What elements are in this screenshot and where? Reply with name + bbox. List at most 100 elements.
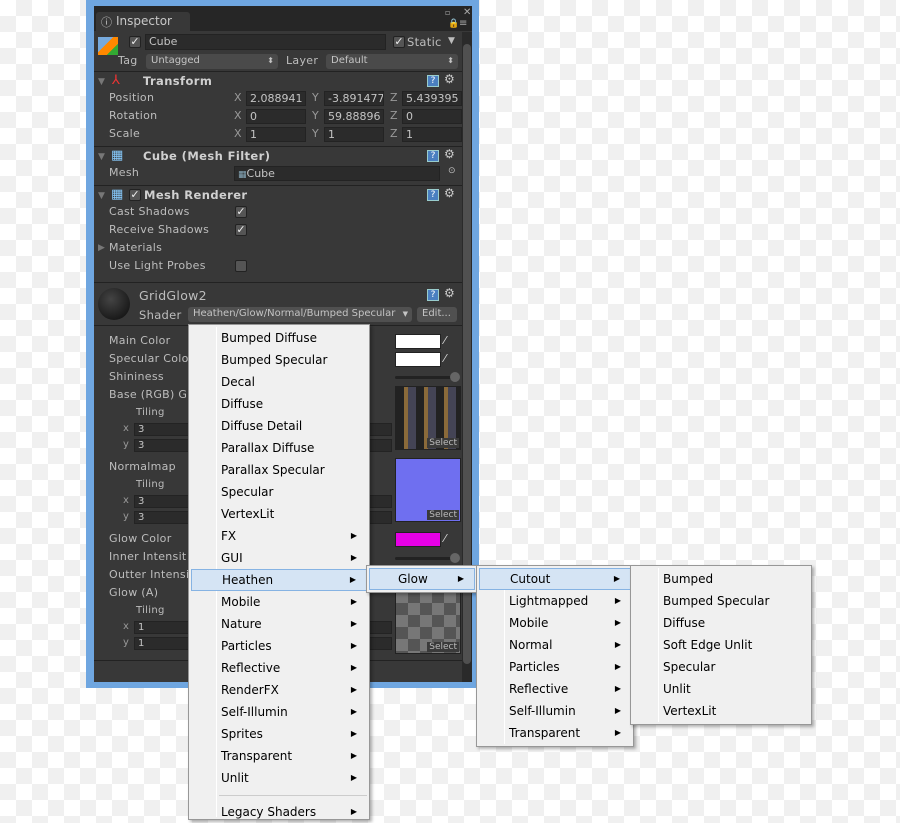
maximize-icon[interactable]: ▫ <box>445 8 450 17</box>
menu-item[interactable]: Specular <box>191 481 367 503</box>
menu-item[interactable]: Unlit <box>633 678 809 700</box>
position-y-field[interactable]: -3.891477 <box>324 91 384 106</box>
menu-item[interactable]: VertexLit <box>191 503 367 525</box>
menu-item[interactable]: Mobile ▶ <box>191 591 367 613</box>
menu-item[interactable]: Parallax Specular <box>191 459 367 481</box>
cast-shadows-checkbox[interactable]: ✓ <box>235 206 247 218</box>
menu-item[interactable]: Glow ▶ <box>369 568 475 590</box>
menu-item[interactable]: Mobile ▶ <box>479 612 631 634</box>
help-icon[interactable]: ? <box>427 189 439 201</box>
slider-track[interactable] <box>395 557 455 560</box>
menu-item[interactable]: Self-Illumin ▶ <box>191 701 367 723</box>
tag-dropdown[interactable]: Untagged ⬍ <box>146 54 278 69</box>
texture-slot[interactable]: Select <box>395 458 461 522</box>
scale-x-field[interactable]: 1 <box>246 127 306 142</box>
menu-item[interactable]: Bumped Specular <box>191 349 367 371</box>
menu-item[interactable]: Soft Edge Unlit <box>633 634 809 656</box>
lock-icon[interactable]: 🔒 <box>448 19 459 29</box>
menu-item[interactable]: Unlit ▶ <box>191 767 367 789</box>
receive-shadows-checkbox[interactable]: ✓ <box>235 224 247 236</box>
transform-row-label: Position <box>109 91 155 104</box>
menu-item[interactable]: Transparent ▶ <box>479 722 631 744</box>
layer-dropdown[interactable]: Default ⬍ <box>326 54 458 69</box>
shader-dropdown[interactable]: Heathen/Glow/Normal/Bumped Specular ▼ <box>188 307 412 322</box>
submenu-arrow-icon: ▶ <box>614 640 621 649</box>
foldout-icon[interactable]: ▼ <box>98 191 105 201</box>
menu-item[interactable]: Bumped Diffuse <box>191 327 367 349</box>
help-icon[interactable]: ? <box>427 289 439 301</box>
menu-item[interactable]: Heathen ▶ <box>191 569 367 591</box>
static-dropdown-arrow-icon[interactable]: ▼ <box>448 36 455 46</box>
menu-item[interactable]: Bumped Specular <box>633 590 809 612</box>
menu-item[interactable]: GUI ▶ <box>191 547 367 569</box>
eyedropper-icon[interactable]: ⁄ <box>444 334 446 347</box>
menu-item[interactable]: Diffuse <box>191 393 367 415</box>
menu-item-label: GUI <box>221 551 243 565</box>
position-z-field[interactable]: 5.439395 <box>402 91 462 106</box>
active-checkbox[interactable]: ✓ <box>129 36 141 48</box>
light-probes-checkbox[interactable] <box>235 260 247 272</box>
menu-item[interactable]: Lightmapped ▶ <box>479 590 631 612</box>
menu-item[interactable]: VertexLit <box>633 700 809 722</box>
menu-item[interactable]: Bumped <box>633 568 809 590</box>
eyedropper-icon[interactable]: ⁄ <box>444 352 446 365</box>
texture-select-button[interactable]: Select <box>427 510 459 520</box>
menu-item[interactable]: Particles ▶ <box>479 656 631 678</box>
help-icon[interactable]: ? <box>427 75 439 87</box>
gear-icon[interactable]: ⚙ <box>444 147 455 161</box>
menu-item[interactable]: Transparent ▶ <box>191 745 367 767</box>
gear-icon[interactable]: ⚙ <box>444 286 455 300</box>
foldout-icon[interactable]: ▼ <box>98 152 105 162</box>
menu-item[interactable]: Reflective ▶ <box>479 678 631 700</box>
texture-slot[interactable]: Select <box>395 590 461 654</box>
menu-item[interactable]: Diffuse <box>633 612 809 634</box>
mesh-field[interactable]: ▦Cube <box>234 166 440 181</box>
rotation-y-field[interactable]: 59.88896 <box>324 109 384 124</box>
menu-item[interactable]: Self-Illumin ▶ <box>479 700 631 722</box>
color-swatch[interactable] <box>395 334 441 349</box>
menu-item[interactable]: Parallax Diffuse <box>191 437 367 459</box>
light-probes-label: Use Light Probes <box>109 259 206 272</box>
slider-knob[interactable] <box>450 372 460 382</box>
slider-track[interactable] <box>395 376 455 379</box>
scale-y-field[interactable]: 1 <box>324 127 384 142</box>
tab-inspector[interactable]: ⓘ Inspector <box>96 12 190 31</box>
position-x-field[interactable]: 2.088941 <box>246 91 306 106</box>
gear-icon[interactable]: ⚙ <box>444 186 455 200</box>
menu-item[interactable]: Specular <box>633 656 809 678</box>
menu-item[interactable]: RenderFX ▶ <box>191 679 367 701</box>
menu-item[interactable]: Particles ▶ <box>191 635 367 657</box>
texture-select-button[interactable]: Select <box>427 438 459 448</box>
scale-z-field[interactable]: 1 <box>402 127 462 142</box>
menu-item[interactable]: Decal <box>191 371 367 393</box>
menu-item[interactable]: Nature ▶ <box>191 613 367 635</box>
menu-item[interactable]: FX ▶ <box>191 525 367 547</box>
menu-item[interactable]: Diffuse Detail <box>191 415 367 437</box>
eyedropper-icon[interactable]: ⁄ <box>444 532 446 545</box>
texture-select-button[interactable]: Select <box>427 642 459 652</box>
texture-slot[interactable]: Select <box>395 386 461 450</box>
menu-item[interactable]: Reflective ▶ <box>191 657 367 679</box>
static-checkbox[interactable]: ✓ <box>393 36 405 48</box>
edit-shader-button[interactable]: Edit... <box>417 307 457 322</box>
help-icon[interactable]: ? <box>427 150 439 162</box>
menu-item[interactable]: Normal ▶ <box>479 634 631 656</box>
name-field[interactable]: Cube <box>145 34 386 50</box>
materials-foldout-icon[interactable]: ▶ <box>98 243 105 253</box>
rotation-x-field[interactable]: 0 <box>246 109 306 124</box>
menu-icon[interactable]: ≡ <box>459 18 467 29</box>
menu-item[interactable]: Cutout ▶ <box>479 568 631 590</box>
color-swatch[interactable] <box>395 532 441 547</box>
rotation-z-field[interactable]: 0 <box>402 109 462 124</box>
gear-icon[interactable]: ⚙ <box>444 72 455 86</box>
object-picker-icon[interactable]: ⊙ <box>448 166 456 176</box>
axis-label: X <box>234 127 242 140</box>
slider-knob[interactable] <box>450 553 460 563</box>
static-label: Static <box>407 35 442 49</box>
close-icon[interactable]: ✕ <box>463 7 471 18</box>
foldout-icon[interactable]: ▼ <box>98 77 105 87</box>
mesh-renderer-enabled-checkbox[interactable]: ✓ <box>129 189 141 201</box>
materials-label[interactable]: Materials <box>109 241 162 254</box>
color-swatch[interactable] <box>395 352 441 367</box>
menu-item[interactable]: Sprites ▶ <box>191 723 367 745</box>
